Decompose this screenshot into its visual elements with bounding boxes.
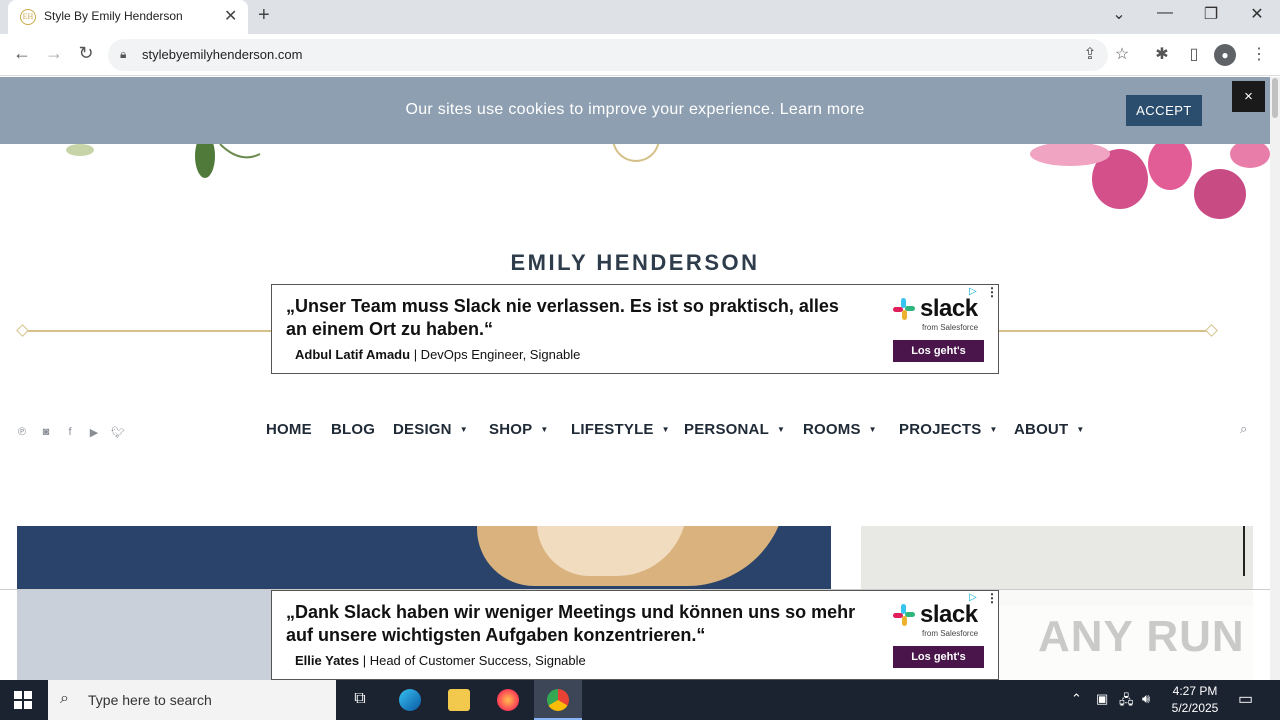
restore-icon[interactable]: ❐: [1196, 4, 1226, 24]
cookie-message[interactable]: Our sites use cookies to improve your ex…: [0, 101, 1270, 119]
site-brand[interactable]: EMILY HENDERSON: [0, 250, 1270, 276]
chevron-down-icon: ▼: [776, 425, 786, 434]
extensions-icon[interactable]: ✱: [1151, 44, 1173, 64]
close-tab-icon[interactable]: ✕: [224, 6, 237, 26]
ad-cta-button[interactable]: Los geht's: [893, 340, 984, 362]
pinterest-icon[interactable]: ℗: [15, 426, 29, 438]
instagram-icon[interactable]: ◙: [39, 426, 53, 438]
ad-menu-icon[interactable]: ⋮: [986, 591, 998, 605]
back-icon[interactable]: ←: [10, 43, 34, 64]
slack-ad-top[interactable]: „Unser Team muss Slack nie verlassen. Es…: [271, 284, 999, 374]
lock-icon[interactable]: 🔒︎: [120, 47, 126, 62]
nav-about[interactable]: ABOUT ▼: [1014, 421, 1084, 438]
nav-design[interactable]: DESIGN ▼: [393, 421, 468, 438]
web-page: Our sites use cookies to improve your ex…: [0, 77, 1270, 680]
taskbar-clock[interactable]: 4:27 PM 5/2/2025: [1166, 683, 1224, 717]
divider-diamond-icon: [1205, 324, 1218, 337]
taskbar-search-box[interactable]: ⌕ Type here to search: [48, 680, 336, 720]
ad-menu-icon[interactable]: ⋮: [986, 285, 998, 299]
browser-tab-bar: EH Style By Emily Henderson ✕ + ⌄ — ❐ ✕: [0, 0, 1280, 34]
ad-author: Ellie Yates | Head of Customer Success, …: [295, 653, 586, 668]
menu-kebab-icon[interactable]: ⋮: [1248, 44, 1270, 64]
side-panel-icon[interactable]: ▯: [1183, 44, 1205, 64]
chevron-down-icon: ▼: [1076, 425, 1085, 434]
floral-left-decoration-icon: [66, 144, 261, 178]
slack-logo-icon: [893, 298, 915, 320]
chrome-icon[interactable]: [534, 680, 582, 720]
scrollbar-thumb[interactable]: [1272, 78, 1278, 118]
tab-title: Style By Emily Henderson: [44, 9, 183, 23]
meet-now-icon[interactable]: ▣: [1096, 691, 1108, 707]
slack-logo: slack from Salesforce: [892, 601, 987, 641]
forward-icon[interactable]: →: [42, 43, 66, 64]
main-nav: ℗ ◙ f ▶ 🐦︎ HOME BLOG DESIGN ▼ SHOP ▼ LIFES…: [0, 417, 1270, 445]
adchoices-icon[interactable]: ▷: [969, 592, 977, 603]
twitter-icon[interactable]: 🐦︎: [111, 426, 125, 439]
file-explorer-icon[interactable]: [435, 680, 483, 720]
site-favicon-icon: EH: [20, 9, 36, 25]
accept-cookies-button[interactable]: ACCEPT: [1126, 95, 1202, 126]
nav-blog[interactable]: BLOG: [331, 421, 375, 438]
cookie-banner: Our sites use cookies to improve your ex…: [0, 77, 1270, 144]
chevron-down-icon: ▼: [661, 425, 670, 434]
edge-icon[interactable]: [386, 680, 434, 720]
page-scrollbar[interactable]: [1270, 77, 1280, 680]
browser-tab[interactable]: EH Style By Emily Henderson ✕: [8, 0, 248, 34]
divider-diamond-icon: [16, 324, 29, 337]
url-text[interactable]: stylebyemilyhenderson.com: [142, 47, 302, 62]
reload-icon[interactable]: ↻: [74, 43, 98, 64]
ad-quote: „Unser Team muss Slack nie verlassen. Es…: [286, 296, 839, 339]
nav-shop[interactable]: SHOP ▼: [489, 421, 548, 438]
nav-personal[interactable]: PERSONAL ▼: [684, 421, 785, 438]
nav-projects[interactable]: PROJECTS ▼: [899, 421, 998, 438]
network-icon[interactable]: 🖧︎: [1119, 691, 1134, 713]
task-view-icon[interactable]: ⧉: [336, 680, 384, 720]
windows-taskbar: ⌕ Type here to search ⧉ ⌃ ▣ 🖧︎ 🔊︎ 4:27 P…: [0, 680, 1280, 720]
chevron-down-icon: ▼: [868, 425, 877, 434]
ad-quote: „Dank Slack haben wir weniger Meetings u…: [286, 602, 856, 645]
chevron-down-icon: ▼: [989, 425, 998, 434]
youtube-icon[interactable]: ▶: [87, 426, 101, 439]
profile-avatar-icon[interactable]: ●: [1214, 44, 1236, 66]
chevron-down-icon: ▼: [459, 425, 468, 434]
facebook-icon[interactable]: f: [63, 426, 77, 438]
adchoices-icon[interactable]: ▷: [969, 286, 977, 297]
firefox-icon[interactable]: [484, 680, 532, 720]
nav-home[interactable]: HOME: [266, 421, 312, 438]
slack-ad-bottom[interactable]: „Dank Slack haben wir weniger Meetings u…: [271, 590, 999, 680]
taskbar-search-placeholder: Type here to search: [88, 692, 212, 708]
floral-right-decoration-icon: [1030, 144, 1270, 219]
nav-lifestyle[interactable]: LIFESTYLE ▼: [571, 421, 670, 438]
chevron-down-icon: ▼: [540, 425, 549, 434]
notifications-icon[interactable]: ▭: [1238, 689, 1253, 709]
minimize-icon[interactable]: —: [1150, 4, 1180, 22]
close-banner-icon[interactable]: ×: [1232, 81, 1265, 112]
tab-search-icon[interactable]: ⌄: [1104, 4, 1134, 24]
address-bar[interactable]: 🔒︎ stylebyemilyhenderson.com: [108, 39, 1108, 71]
browser-toolbar: ← → ↻ 🔒︎ stylebyemilyhenderson.com ⇪ ☆ ✱…: [0, 34, 1280, 76]
anyrun-watermark: ANY RUN: [1038, 612, 1245, 661]
volume-icon[interactable]: 🔊︎: [1142, 691, 1150, 707]
site-header: EMILY HENDERSON STYLE • PLAY • EVERY DAY: [0, 134, 1270, 337]
show-hidden-icons-icon[interactable]: ⌃: [1071, 691, 1082, 707]
windows-start-icon[interactable]: [14, 691, 32, 709]
share-icon[interactable]: ⇪: [1079, 44, 1101, 64]
slack-logo: slack from Salesforce: [892, 295, 987, 335]
slack-logo-icon: [893, 604, 915, 626]
search-icon: ⌕: [60, 690, 69, 707]
ad-author: Adbul Latif Amadu | DevOps Engineer, Sig…: [295, 347, 581, 362]
search-icon[interactable]: ⌕: [1240, 421, 1247, 437]
ad-cta-button[interactable]: Los geht's: [893, 646, 984, 668]
bookmark-star-icon[interactable]: ☆: [1111, 44, 1133, 64]
close-window-icon[interactable]: ✕: [1242, 4, 1272, 24]
new-tab-icon[interactable]: +: [258, 4, 270, 27]
nav-rooms[interactable]: ROOMS ▼: [803, 421, 877, 438]
